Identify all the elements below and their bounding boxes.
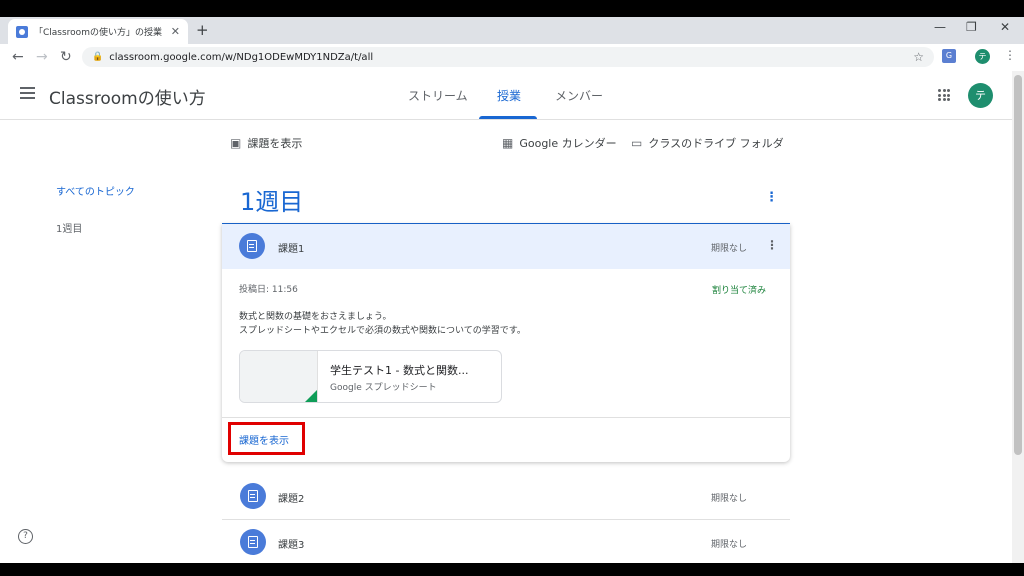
browser-menu-icon[interactable]: ⋮ [1004, 48, 1016, 62]
new-tab-button[interactable]: + [196, 21, 209, 39]
active-tab-indicator [479, 116, 537, 119]
assignment-icon [240, 483, 266, 509]
view-assignment-button[interactable]: 課題を表示 [239, 432, 289, 447]
app-bar: Classroomの使い方 ストリーム 授業 メンバー テ [0, 71, 1024, 120]
classroom-favicon-icon [16, 25, 28, 38]
minimize-icon[interactable]: — [934, 20, 946, 34]
tab-close-icon[interactable]: ✕ [171, 25, 180, 38]
card-divider [222, 417, 790, 418]
assignment-badge-icon: ▣ [230, 136, 242, 150]
drive-folder-link[interactable]: ▭ クラスのドライブ フォルダ [631, 135, 784, 151]
spreadsheet-thumbnail [240, 351, 318, 402]
google-calendar-label: Google カレンダー [519, 137, 617, 150]
due-date: 期限なし [711, 494, 748, 504]
attachment-card[interactable]: 学生テスト1 - 数式と関数... Google スプレッドシート [239, 350, 502, 403]
sidebar-item-all-topics[interactable]: すべてのトピック [56, 183, 135, 198]
browser-tab[interactable]: 「Classroomの使い方」の授業 ✕ [8, 19, 188, 44]
avatar[interactable]: テ [968, 83, 993, 108]
calendar-icon: ▦ [502, 136, 514, 150]
due-date: 期限なし [711, 244, 748, 254]
help-icon[interactable]: ? [18, 529, 33, 544]
tab-members[interactable]: メンバー [555, 87, 603, 104]
scrollbar[interactable] [1012, 71, 1024, 563]
browser-profile-icon[interactable]: テ [975, 49, 990, 64]
translate-extension-icon[interactable]: G [942, 49, 956, 63]
lock-icon: 🔒 [92, 52, 104, 62]
reload-icon[interactable]: ↻ [60, 49, 72, 65]
back-arrow-icon[interactable]: ← [12, 49, 24, 65]
assignment-description: 数式と関数の基礎をおさえましょう。 スプレッドシートやエクセルで必須の数式や関数… [239, 310, 526, 338]
tab-classwork[interactable]: 授業 [497, 87, 521, 104]
classroom-page: Classroomの使い方 ストリーム 授業 メンバー テ ▣ 課題を表示 ▦ … [0, 71, 1024, 563]
assignment-card-expanded: 課題1 期限なし ⋮ 投稿日: 11:56 割り当て済み 数式と関数の基礎をおさ… [222, 224, 790, 462]
window-close-icon[interactable]: ✕ [1000, 20, 1010, 34]
drive-folder-label: クラスのドライブ フォルダ [648, 137, 784, 150]
forward-arrow-icon[interactable]: → [36, 49, 48, 65]
class-title[interactable]: Classroomの使い方 [49, 84, 206, 109]
assignment-more-icon[interactable]: ⋮ [766, 238, 778, 252]
topic-more-icon[interactable]: ⋮ [765, 190, 778, 205]
assignment-title: 課題3 [278, 540, 305, 551]
posted-date: 投稿日: 11:56 [239, 285, 298, 295]
google-calendar-link[interactable]: ▦ Google カレンダー [502, 135, 617, 151]
screen: 「Classroomの使い方」の授業 ✕ + — ❐ ✕ ← → ↻ 🔒 cla… [0, 0, 1024, 576]
url-text: classroom.google.com/w/NDg1ODEwMDY1NDZa/… [109, 51, 374, 63]
tab-stream[interactable]: ストリーム [408, 87, 468, 104]
assignment-icon [240, 529, 266, 555]
restore-icon[interactable]: ❐ [966, 20, 977, 34]
status-badge: 割り当て済み [712, 286, 767, 296]
assignment-title: 課題2 [278, 494, 305, 505]
topic-title: 1週目 [240, 188, 304, 216]
attachment-title: 学生テスト1 - 数式と関数... [330, 364, 469, 377]
browser-tab-title: 「Classroomの使い方」の授業 [34, 28, 162, 38]
hamburger-menu-icon[interactable] [20, 87, 35, 99]
folder-icon: ▭ [631, 136, 643, 150]
description-line-1: 数式と関数の基礎をおさえましょう。 [239, 312, 392, 322]
description-line-2: スプレッドシートやエクセルで必須の数式や関数についての学習です。 [239, 326, 526, 336]
scrollbar-thumb[interactable] [1014, 75, 1022, 455]
view-assignments-link[interactable]: ▣ 課題を表示 [230, 135, 302, 151]
assignment-header[interactable]: 課題1 期限なし ⋮ [222, 224, 790, 269]
address-bar[interactable]: 🔒 classroom.google.com/w/NDg1ODEwMDY1NDZ… [82, 47, 934, 67]
assignment-title: 課題1 [278, 244, 305, 255]
assignment-icon [239, 233, 265, 259]
attachment-type: Google スプレッドシート [330, 383, 437, 393]
row-divider [222, 519, 790, 520]
view-assignments-label: 課題を表示 [247, 137, 303, 150]
google-apps-icon[interactable] [938, 89, 950, 101]
sidebar-item-week1[interactable]: 1週目 [56, 220, 82, 235]
bookmark-star-icon[interactable]: ☆ [913, 50, 924, 64]
due-date: 期限なし [711, 540, 748, 550]
